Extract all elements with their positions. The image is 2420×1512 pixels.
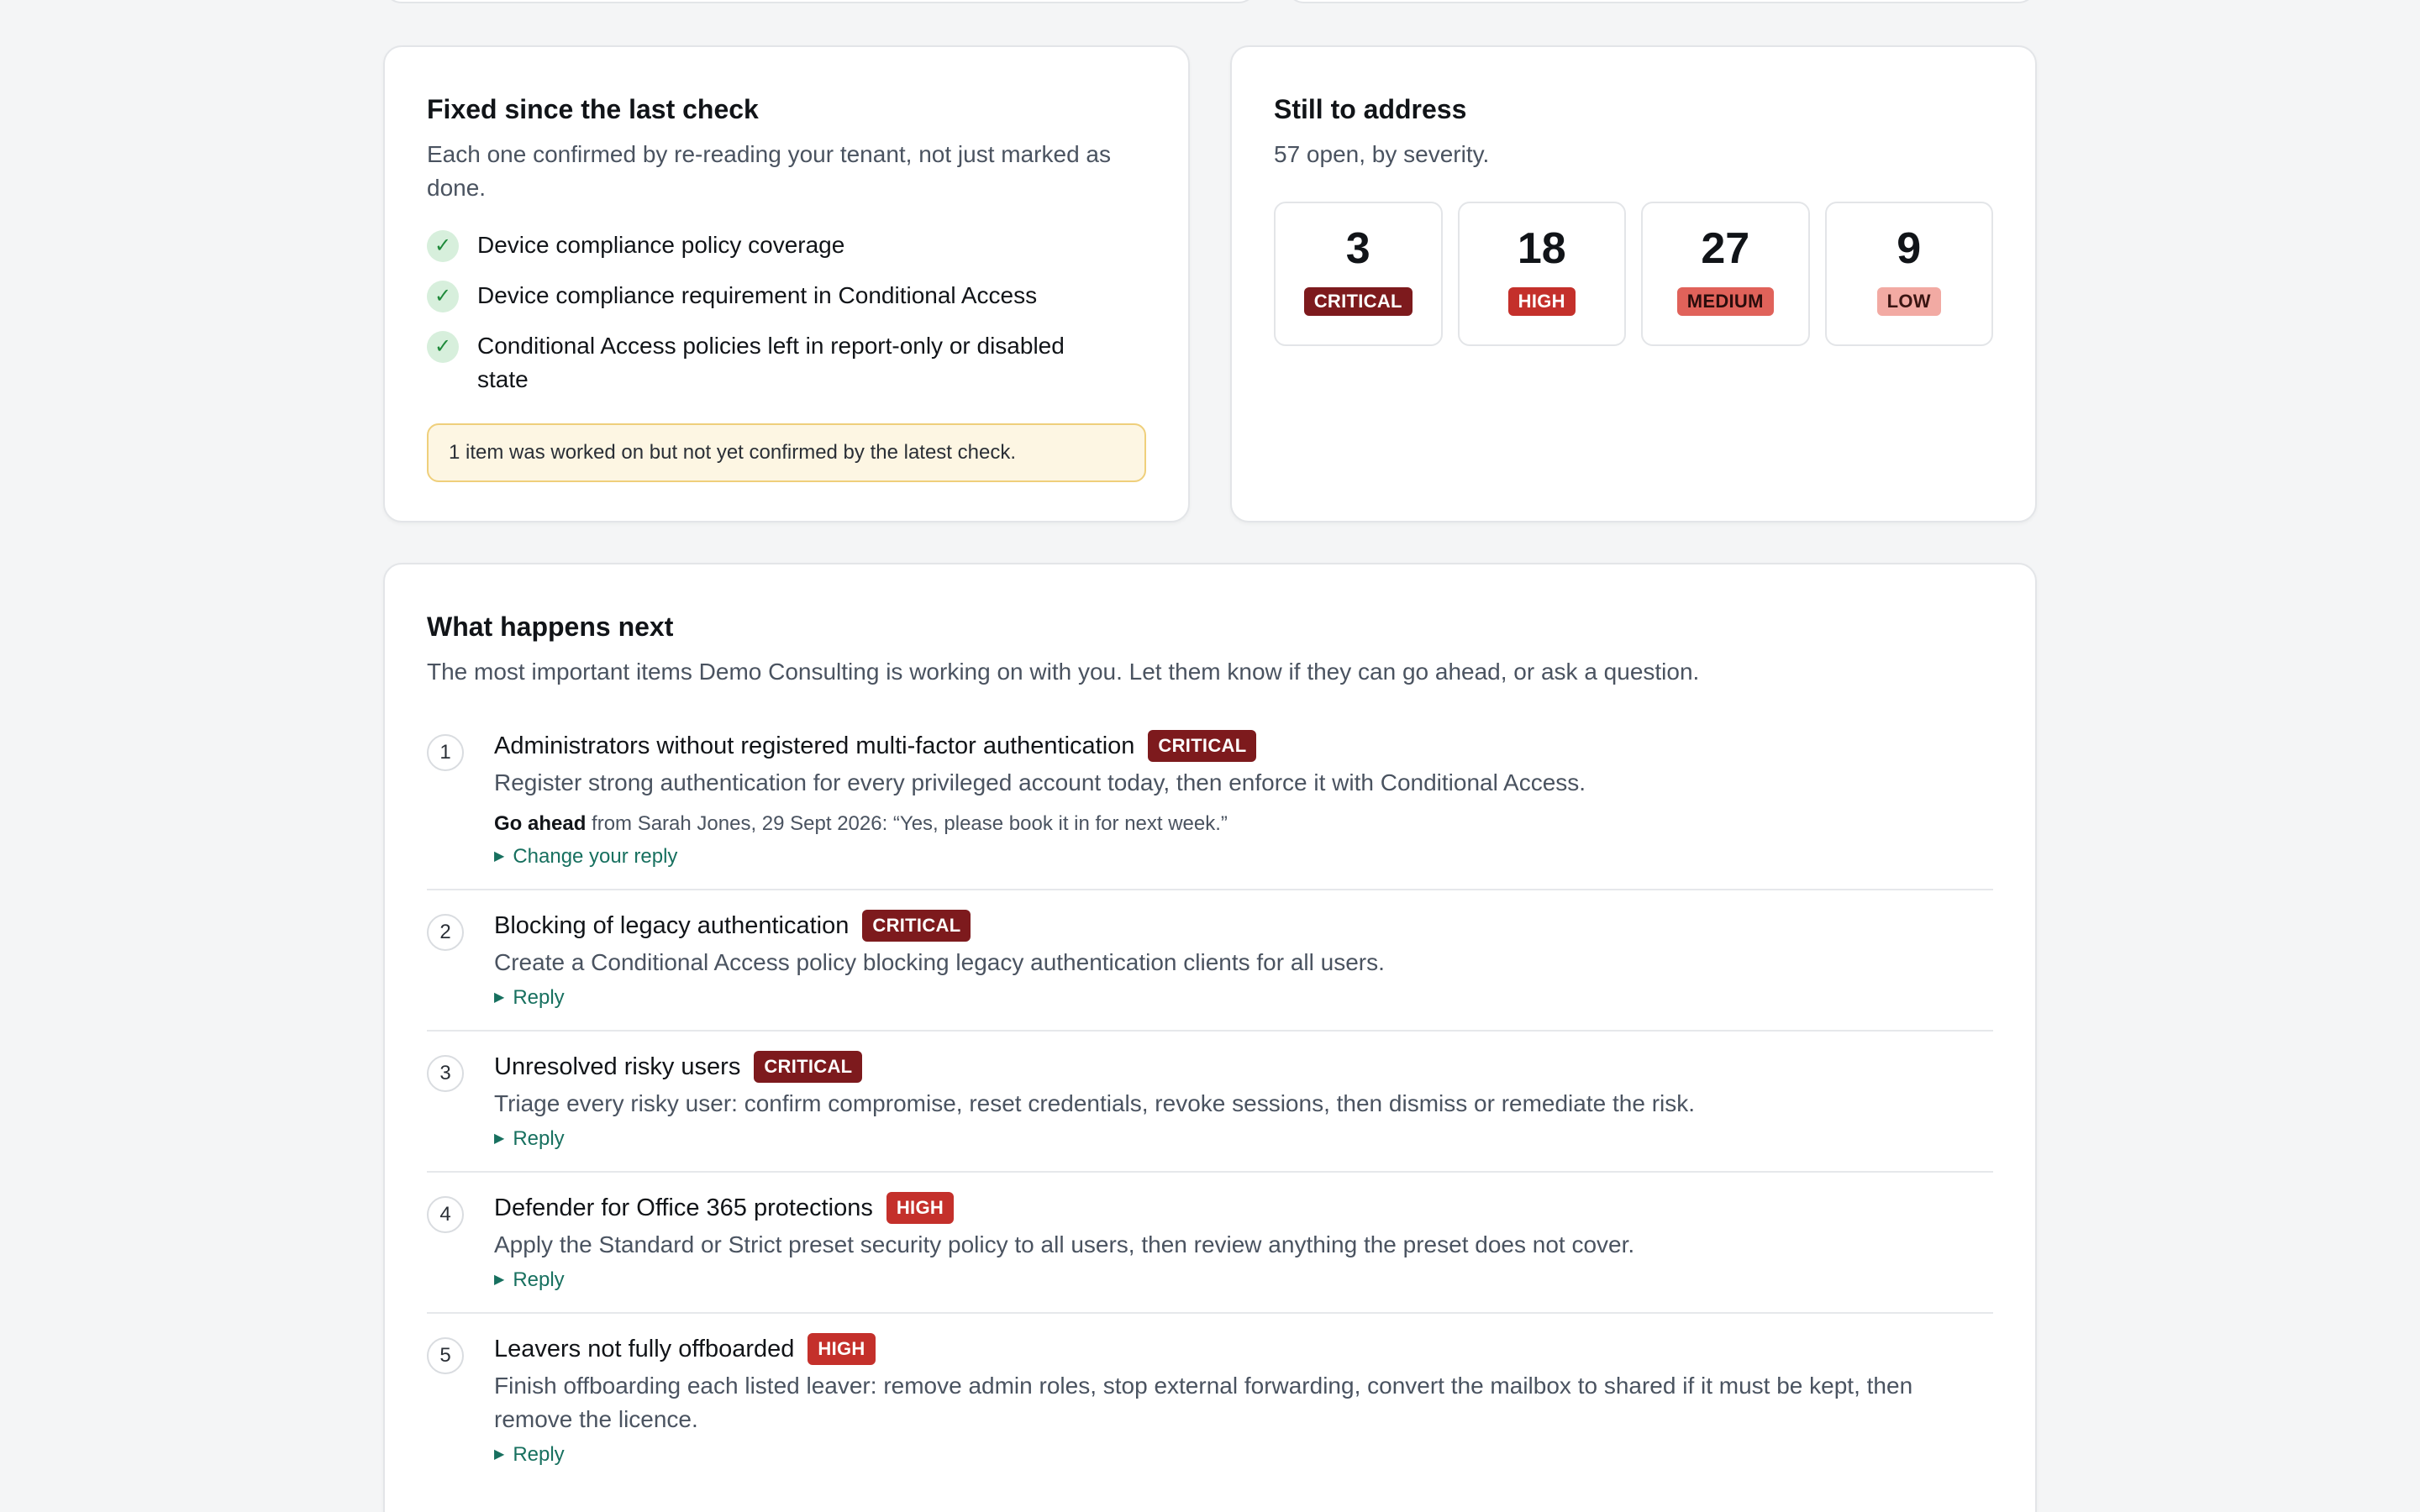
reply-text: from Sarah Jones, 29 Sept 2026: “Yes, pl…	[586, 811, 1228, 835]
fixed-item-label: Device compliance requirement in Conditi…	[477, 281, 1038, 308]
item-title-row: Administrators without registered multi-…	[494, 729, 1993, 763]
fixed-item: ✓ Device compliance requirement in Condi…	[427, 279, 1146, 312]
next-card-title: What happens next	[427, 612, 674, 642]
severity-medium-tile: 27 MEDIUM	[1641, 201, 1810, 346]
item-number: 2	[427, 913, 464, 951]
fixed-item: ✓ Conditional Access policies left in re…	[427, 329, 1146, 396]
severity-badge: CRITICAL	[1303, 286, 1413, 316]
severity-badge: LOW	[1876, 286, 1941, 316]
item-number: 4	[427, 1195, 464, 1233]
fixed-card-title: Fixed since the last check	[427, 94, 759, 124]
severity-low-tile: 9 LOW	[1824, 201, 1993, 346]
item-number: 5	[427, 1336, 464, 1374]
reply-note: Go ahead from Sarah Jones, 29 Sept 2026:…	[494, 810, 1993, 838]
severity-count: 27	[1701, 223, 1750, 273]
reply-toggle[interactable]: ▶ Reply	[494, 1126, 565, 1152]
list-item: 3 Unresolved risky users CRITICAL Triage…	[427, 1032, 1993, 1173]
item-description: Register strong authentication for every…	[494, 769, 1586, 795]
item-title: Defender for Office 365 protections	[494, 1194, 873, 1221]
change-reply-toggle[interactable]: ▶ Change your reply	[494, 843, 677, 870]
item-title-row: Defender for Office 365 protections HIGH	[494, 1191, 1993, 1225]
check-icon: ✓	[427, 330, 459, 363]
list-item: 1 Administrators without registered mult…	[427, 724, 1993, 890]
reply-toggle[interactable]: ▶ Reply	[494, 1441, 565, 1468]
triangle-right-icon: ▶	[494, 848, 505, 864]
fixed-item-label: Conditional Access policies left in repo…	[477, 332, 1065, 392]
check-icon: ✓	[427, 280, 459, 312]
severity-badge: CRITICAL	[862, 909, 971, 942]
item-description: Create a Conditional Access policy block…	[494, 948, 1385, 975]
previous-card-right	[1286, 0, 2037, 3]
severity-critical-tile: 3 CRITICAL	[1274, 201, 1443, 346]
item-body: Administrators without registered multi-…	[494, 729, 1993, 870]
next-items-list: 1 Administrators without registered mult…	[427, 724, 1993, 1487]
still-to-address-card: Still to address 57 open, by severity. 3…	[1230, 45, 2037, 522]
reply-status: Go ahead	[494, 811, 587, 835]
severity-count: 9	[1897, 223, 1922, 273]
item-title: Blocking of legacy authentication	[494, 911, 850, 939]
triangle-right-icon: ▶	[494, 1272, 505, 1287]
item-title: Leavers not fully offboarded	[494, 1335, 795, 1362]
triangle-right-icon: ▶	[494, 1446, 505, 1462]
severity-badge: HIGH	[1507, 286, 1576, 316]
previous-card-left	[383, 0, 1257, 3]
item-description: Triage every risky user: confirm comprom…	[494, 1089, 1696, 1116]
page-canvas: Fixed since the last check Each one conf…	[0, 0, 2420, 1512]
check-icon: ✓	[427, 229, 459, 262]
item-title: Unresolved risky users	[494, 1053, 741, 1080]
severity-badge: HIGH	[808, 1332, 876, 1365]
unconfirmed-notice: 1 item was worked on but not yet confirm…	[427, 423, 1146, 482]
severity-badge: CRITICAL	[754, 1050, 863, 1083]
triangle-right-icon: ▶	[494, 1131, 505, 1146]
reply-label: Reply	[513, 1442, 565, 1466]
list-item: 4 Defender for Office 365 protections HI…	[427, 1173, 1993, 1314]
item-title-row: Leavers not fully offboarded HIGH	[494, 1332, 1993, 1366]
list-item: 5 Leavers not fully offboarded HIGH Fini…	[427, 1314, 1993, 1487]
still-card-subtitle: 57 open, by severity.	[1274, 140, 1490, 167]
severity-count: 18	[1517, 223, 1566, 273]
severity-badge: HIGH	[886, 1191, 955, 1224]
item-description: Apply the Standard or Strict preset secu…	[494, 1231, 1635, 1257]
triangle-right-icon: ▶	[494, 990, 505, 1005]
item-body: Leavers not fully offboarded HIGH Finish…	[494, 1332, 1993, 1468]
fixed-card-subtitle: Each one confirmed by re-reading your te…	[427, 140, 1111, 201]
change-reply-label: Change your reply	[513, 844, 678, 868]
fixed-item-label: Device compliance policy coverage	[477, 231, 845, 258]
item-body: Unresolved risky users CRITICAL Triage e…	[494, 1050, 1993, 1152]
reply-toggle[interactable]: ▶ Reply	[494, 1267, 565, 1294]
item-number: 1	[427, 733, 464, 771]
fixed-items-list: ✓ Device compliance policy coverage ✓ De…	[427, 228, 1146, 396]
severity-high-tile: 18 HIGH	[1457, 201, 1626, 346]
item-title-row: Unresolved risky users CRITICAL	[494, 1050, 1993, 1084]
item-number: 3	[427, 1054, 464, 1092]
item-body: Blocking of legacy authentication CRITIC…	[494, 909, 1993, 1011]
item-title-row: Blocking of legacy authentication CRITIC…	[494, 909, 1993, 942]
list-item: 2 Blocking of legacy authentication CRIT…	[427, 890, 1993, 1032]
reply-toggle[interactable]: ▶ Reply	[494, 984, 565, 1011]
fixed-item: ✓ Device compliance policy coverage	[427, 228, 1146, 262]
reply-label: Reply	[513, 1126, 565, 1150]
severity-count: 3	[1345, 223, 1370, 273]
next-card-subtitle: The most important items Demo Consulting…	[427, 658, 1700, 685]
item-description: Finish offboarding each listed leaver: r…	[494, 1372, 1913, 1432]
still-card-title: Still to address	[1274, 94, 1467, 124]
severity-grid: 3 CRITICAL 18 HIGH 27 MEDIUM 9 LOW	[1274, 201, 1993, 346]
item-body: Defender for Office 365 protections HIGH…	[494, 1191, 1993, 1294]
severity-badge: CRITICAL	[1148, 729, 1257, 762]
reply-label: Reply	[513, 985, 565, 1009]
item-title: Administrators without registered multi-…	[494, 732, 1135, 759]
fixed-since-last-check-card: Fixed since the last check Each one conf…	[383, 45, 1190, 522]
reply-label: Reply	[513, 1268, 565, 1291]
what-happens-next-card: What happens next The most important ite…	[383, 563, 2037, 1512]
severity-badge: MEDIUM	[1676, 286, 1774, 316]
